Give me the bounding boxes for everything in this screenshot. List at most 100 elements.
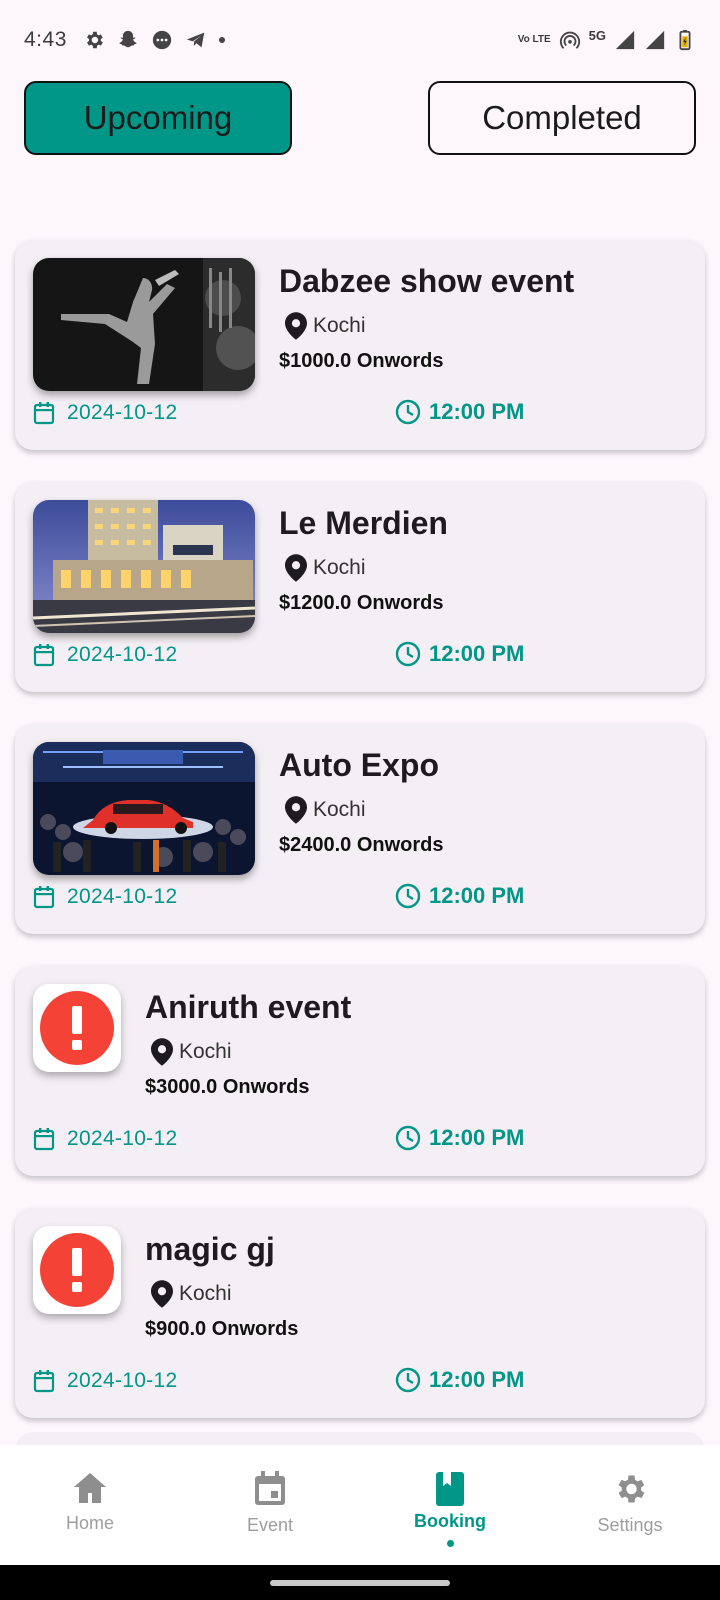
bottom-navigation: Home Event Booking Settings — [0, 1445, 720, 1565]
booking-list: Dabzee show event Kochi $1000.0 Onwords … — [15, 240, 705, 1450]
location-pin-icon — [285, 312, 307, 340]
event-location-text: Kochi — [313, 798, 366, 821]
event-date: 2024-10-12 — [33, 1369, 177, 1393]
gear-icon — [618, 1475, 645, 1503]
network-type: 5G — [588, 27, 606, 43]
event-time: 12:00 PM — [395, 1125, 524, 1151]
event-date: 2024-10-12 — [33, 401, 177, 425]
signal-icon-2 — [645, 30, 665, 50]
calendar-icon — [33, 886, 55, 909]
event-time: 12:00 PM — [395, 399, 524, 425]
event-title: Auto Expo — [279, 747, 439, 783]
clock-icon — [395, 883, 421, 909]
snapchat-icon — [119, 30, 137, 48]
event-date-text: 2024-10-12 — [67, 643, 178, 666]
event-location-text: Kochi — [179, 1040, 232, 1063]
event-title: Le Merdien — [279, 505, 448, 541]
image-error-placeholder — [33, 1226, 121, 1314]
event-info: Auto Expo Kochi $2400.0 Onwords — [279, 744, 444, 857]
event-price: $900.0 Onwords — [145, 1318, 299, 1340]
calendar-icon — [255, 1471, 285, 1505]
location-pin-icon — [285, 554, 307, 582]
booking-card[interactable]: Auto Expo Kochi $2400.0 Onwords 2024-10-… — [15, 724, 705, 934]
calendar-icon — [33, 1370, 55, 1393]
battery-icon — [679, 29, 691, 51]
event-info: Le Merdien Kochi $1200.0 Onwords — [279, 502, 448, 615]
chat-bubble-icon — [152, 30, 172, 50]
home-icon — [74, 1473, 106, 1503]
event-title: magic gj — [145, 1231, 275, 1267]
location-pin-icon — [151, 1280, 173, 1308]
active-indicator-dot — [446, 1540, 454, 1547]
event-price: $3000.0 Onwords — [145, 1076, 310, 1098]
event-location-text: Kochi — [313, 556, 366, 579]
error-icon — [40, 1233, 114, 1307]
booking-card[interactable]: magic gj Kochi $900.0 Onwords 2024-10-12… — [15, 1208, 705, 1418]
telegram-icon — [186, 32, 205, 48]
event-date: 2024-10-12 — [33, 643, 177, 667]
event-time-text: 12:00 PM — [429, 1367, 525, 1392]
event-date-text: 2024-10-12 — [67, 401, 178, 424]
completed-tab-button[interactable]: Completed — [428, 81, 696, 155]
event-location: Kochi — [285, 794, 444, 826]
event-time-text: 12:00 PM — [429, 1125, 525, 1150]
calendar-icon — [33, 402, 55, 425]
status-right: Vo LTE 5G — [517, 27, 696, 51]
clock-icon — [395, 1125, 421, 1151]
calendar-icon — [33, 644, 55, 667]
clock-icon — [395, 399, 421, 425]
error-icon — [40, 991, 114, 1065]
event-time: 12:00 PM — [395, 641, 524, 667]
event-time: 12:00 PM — [395, 883, 524, 909]
event-date: 2024-10-12 — [33, 1127, 177, 1151]
more-notifications-dot — [218, 37, 225, 43]
settings-notification-icon — [86, 31, 103, 49]
image-error-placeholder — [33, 984, 121, 1072]
event-info: Aniruth event Kochi $3000.0 Onwords — [145, 986, 351, 1099]
event-location: Kochi — [151, 1278, 298, 1310]
calendar-icon — [33, 1128, 55, 1151]
event-location-text: Kochi — [313, 314, 366, 337]
booking-card[interactable]: Le Merdien Kochi $1200.0 Onwords 2024-10… — [15, 482, 705, 692]
event-price: $1200.0 Onwords — [279, 592, 444, 614]
nav-settings-label: Settings — [597, 1515, 663, 1535]
event-thumbnail-concert — [33, 258, 255, 391]
booking-card[interactable]: Aniruth event Kochi $3000.0 Onwords 2024… — [15, 966, 705, 1176]
event-date-text: 2024-10-12 — [67, 1369, 178, 1392]
event-date-text: 2024-10-12 — [67, 1127, 178, 1150]
status-time: 4:43 — [24, 28, 67, 51]
booking-card[interactable]: Dabzee show event Kochi $1000.0 Onwords … — [15, 240, 705, 450]
event-date: 2024-10-12 — [33, 885, 177, 909]
event-title: Aniruth event — [145, 989, 352, 1025]
event-location: Kochi — [151, 1036, 351, 1068]
hotspot-icon — [559, 31, 580, 49]
event-price: $2400.0 Onwords — [279, 834, 444, 856]
book-icon — [436, 1472, 464, 1506]
signal-icon — [615, 30, 635, 50]
event-thumbnail-car-expo — [33, 742, 255, 875]
nav-booking-label: Booking — [414, 1511, 486, 1531]
nav-settings[interactable]: Settings — [540, 1445, 720, 1565]
location-pin-icon — [285, 796, 307, 824]
nav-booking[interactable]: Booking — [360, 1445, 540, 1565]
event-time: 12:00 PM — [395, 1367, 524, 1393]
booking-status-toggle: Upcoming Completed — [24, 81, 696, 155]
volte-indicator: Vo LTE — [517, 34, 551, 45]
event-info: magic gj Kochi $900.0 Onwords — [145, 1228, 298, 1341]
upcoming-tab-button[interactable]: Upcoming — [24, 81, 292, 155]
event-info: Dabzee show event Kochi $1000.0 Onwords — [279, 260, 574, 373]
event-thumbnail-hotel — [33, 500, 255, 633]
clock-icon — [395, 1367, 421, 1393]
nav-home[interactable]: Home — [0, 1445, 180, 1565]
event-price: $1000.0 Onwords — [279, 350, 444, 372]
gesture-handle[interactable] — [270, 1580, 450, 1586]
status-bar: 4:43 Vo LTE 5G — [0, 0, 720, 80]
clock-icon — [395, 641, 421, 667]
nav-home-label: Home — [65, 1513, 114, 1533]
event-location-text: Kochi — [179, 1282, 232, 1305]
event-time-text: 12:00 PM — [429, 399, 525, 424]
event-location: Kochi — [285, 310, 574, 342]
nav-event[interactable]: Event — [180, 1445, 360, 1565]
location-pin-icon — [151, 1038, 173, 1066]
event-location: Kochi — [285, 552, 448, 584]
